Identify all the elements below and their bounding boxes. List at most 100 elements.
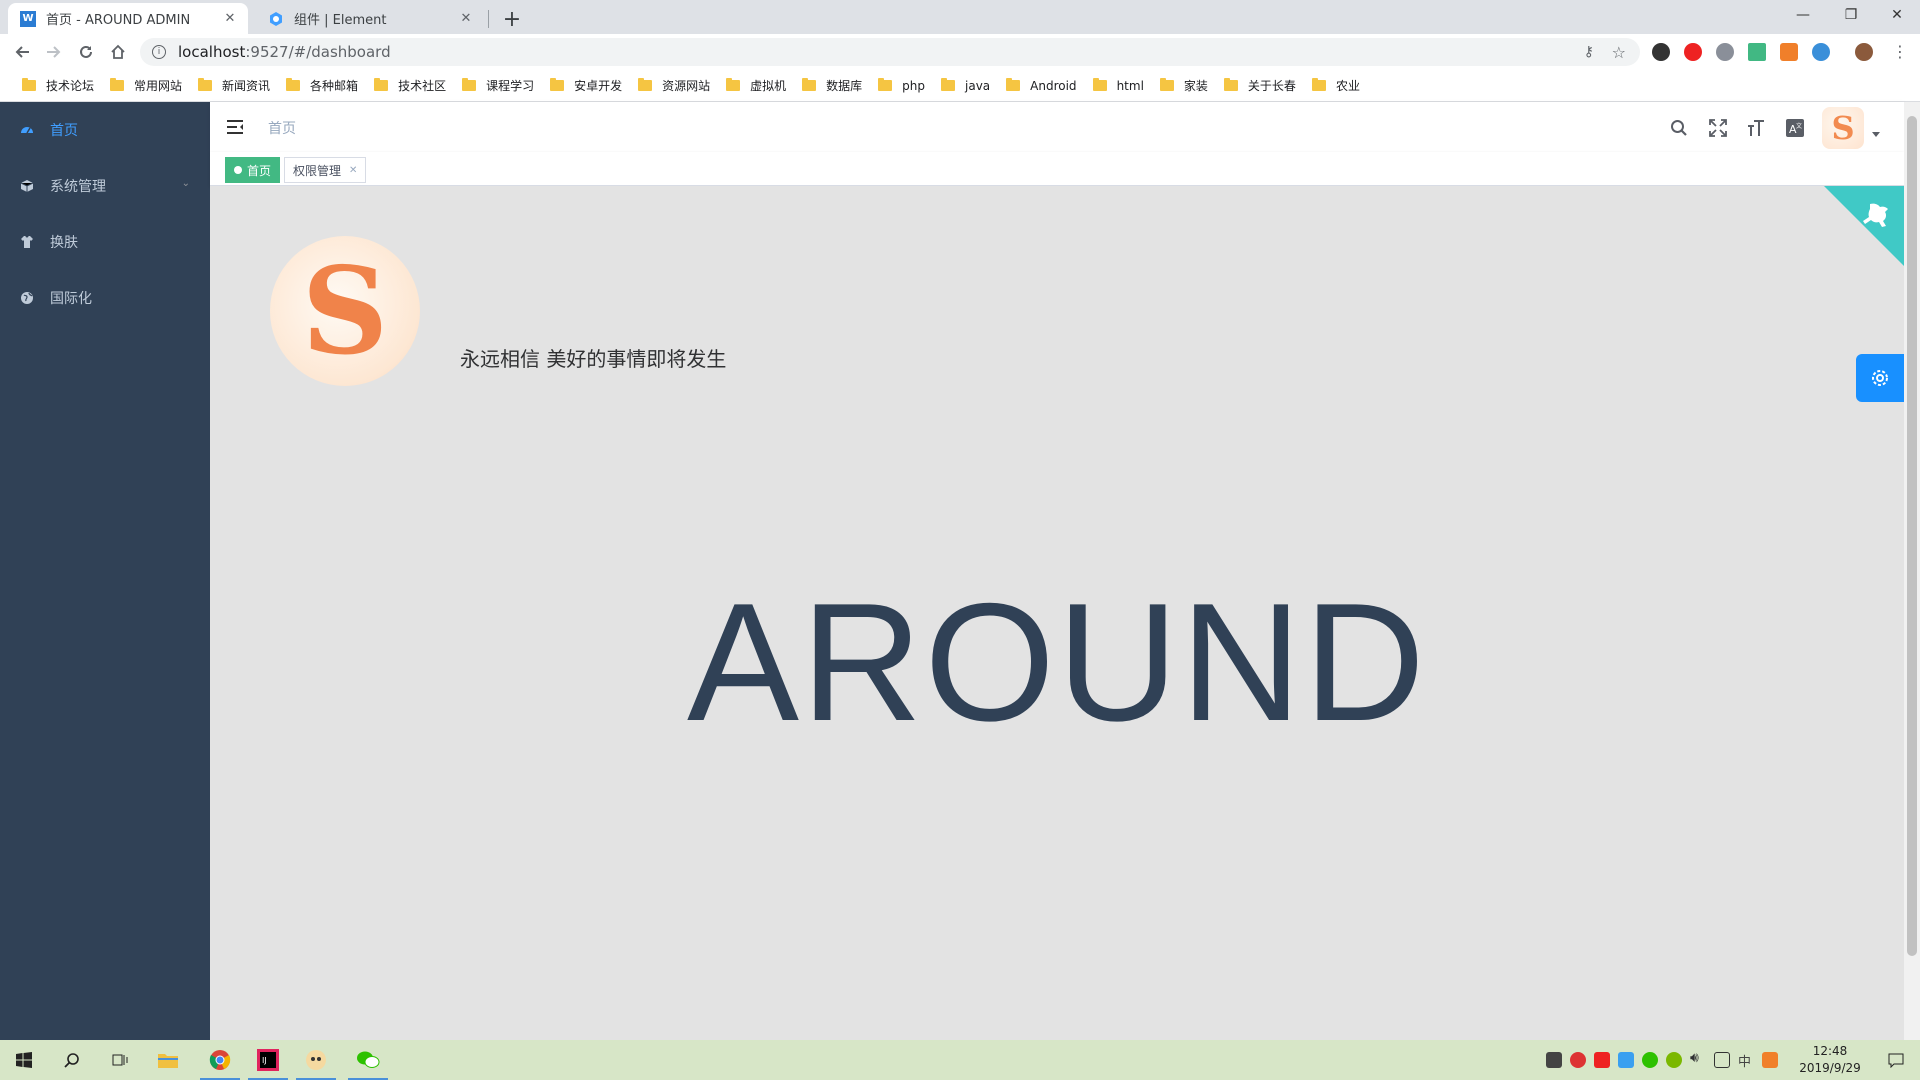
forward-arrow-icon[interactable]: [40, 38, 68, 66]
folder-icon: [550, 78, 565, 91]
sidebar-item-skin[interactable]: 换肤: [0, 214, 210, 270]
bookmark-label: php: [902, 78, 925, 93]
close-tab-icon[interactable]: ✕: [458, 11, 474, 27]
bookmark-folder[interactable]: java: [933, 73, 998, 99]
reload-icon[interactable]: [72, 38, 100, 66]
hamburger-icon[interactable]: [226, 118, 244, 136]
notification-center-icon[interactable]: [1872, 1040, 1920, 1080]
input-method-icon[interactable]: 中: [1738, 1051, 1751, 1070]
tray-network-icon[interactable]: [1618, 1052, 1634, 1068]
bookmark-label: 农业: [1335, 79, 1360, 93]
tray-360-icon[interactable]: [1666, 1052, 1682, 1068]
info-icon[interactable]: i: [152, 45, 166, 59]
bookmark-folder[interactable]: 安卓开发: [542, 73, 630, 99]
user-avatar[interactable]: S: [1822, 107, 1864, 149]
search-icon[interactable]: [1668, 117, 1690, 139]
sidebar-item-home[interactable]: 首页: [0, 102, 210, 158]
file-explorer-icon[interactable]: [144, 1040, 192, 1080]
breadcrumb: 首页: [268, 121, 296, 137]
close-window-icon[interactable]: ✕: [1874, 0, 1920, 30]
active-dot-icon: [234, 166, 242, 174]
task-view-icon[interactable]: [96, 1040, 144, 1080]
intellij-taskbar-icon[interactable]: IJ: [244, 1040, 292, 1080]
tab-title: 组件 | Element: [294, 13, 387, 28]
folder-icon: [286, 78, 301, 91]
windows-start-icon[interactable]: [0, 1040, 48, 1080]
menu-kebab-icon[interactable]: ⋮: [1892, 42, 1908, 61]
browser-toolbar: i localhost:9527/#/dashboard ⚷ ☆ ⋮: [0, 34, 1920, 70]
chrome-taskbar-icon[interactable]: [196, 1040, 244, 1080]
bookmark-folder[interactable]: 技术社区: [366, 73, 454, 99]
minimize-window-icon[interactable]: —: [1780, 0, 1826, 30]
dashboard-icon: [20, 123, 34, 137]
tray-weibo-icon[interactable]: [1594, 1052, 1610, 1068]
home-icon[interactable]: [104, 38, 132, 66]
back-arrow-icon[interactable]: [8, 38, 36, 66]
bookmark-folder[interactable]: 农业: [1304, 73, 1368, 99]
tray-security-icon[interactable]: [1546, 1052, 1562, 1068]
bookmark-label: Android: [1030, 78, 1077, 93]
key-icon[interactable]: ⚷: [1584, 44, 1594, 60]
bookmark-folder[interactable]: 各种邮箱: [278, 73, 366, 99]
app-navbar: 首页 A文 S: [210, 102, 1904, 152]
folder-icon: [374, 78, 389, 91]
browser-tab-dashboard[interactable]: W 首页 - AROUND ADMIN ✕: [8, 3, 248, 34]
font-size-icon[interactable]: [1745, 117, 1767, 139]
profile-avatar[interactable]: [1855, 43, 1873, 61]
tray-app-icon[interactable]: [1570, 1052, 1586, 1068]
bookmark-folder[interactable]: 课程学习: [454, 73, 542, 99]
bookmark-folder[interactable]: 技术论坛: [14, 73, 102, 99]
qq-taskbar-icon[interactable]: [292, 1040, 340, 1080]
folder-icon: [1159, 78, 1174, 91]
bookmark-folder[interactable]: 家装: [1152, 73, 1216, 99]
translate-icon[interactable]: A文: [1784, 117, 1806, 139]
extension-cloud-icon[interactable]: [1652, 43, 1670, 61]
wechat-taskbar-icon[interactable]: [344, 1040, 392, 1080]
scrollbar-thumb[interactable]: [1907, 116, 1917, 956]
extension-shield-icon[interactable]: [1812, 43, 1830, 61]
restore-window-icon[interactable]: ❐: [1828, 0, 1874, 30]
close-tag-icon[interactable]: ✕: [349, 165, 357, 176]
extension-opera-icon[interactable]: [1684, 43, 1702, 61]
sidebar-item-system[interactable]: 系统管理 ⌄: [0, 158, 210, 214]
address-bar[interactable]: i localhost:9527/#/dashboard ⚷ ☆: [140, 38, 1640, 66]
tray-sogou-icon[interactable]: [1762, 1052, 1778, 1068]
folder-icon: [198, 78, 213, 91]
sidebar-item-label: 系统管理: [50, 179, 106, 195]
tag-permission[interactable]: 权限管理 ✕: [284, 157, 367, 183]
settings-gear-button[interactable]: [1856, 354, 1904, 402]
bookmark-folder[interactable]: html: [1085, 73, 1152, 99]
close-tab-icon[interactable]: ✕: [222, 11, 238, 27]
taskbar-clock[interactable]: 12:48 2019/9/29: [1782, 1043, 1878, 1077]
tag-home[interactable]: 首页: [225, 157, 281, 183]
sidebar-item-i18n[interactable]: 国际化: [0, 270, 210, 326]
browser-tab-element[interactable]: 组件 | Element ✕: [256, 3, 484, 34]
bookmark-folder[interactable]: 资源网站: [630, 73, 718, 99]
bookmark-folder[interactable]: 常用网站: [102, 73, 190, 99]
bookmark-label: html: [1116, 78, 1144, 93]
extension-abp-icon[interactable]: [1716, 43, 1734, 61]
tag-label: 首页: [247, 163, 272, 178]
tray-display-icon[interactable]: [1714, 1052, 1730, 1068]
bookmark-folder[interactable]: 虚拟机: [718, 73, 794, 99]
new-tab-button[interactable]: +: [498, 5, 526, 33]
motto-text: 永远相信 美好的事情即将发生: [460, 347, 727, 371]
bookmark-folder[interactable]: 关于长春: [1216, 73, 1304, 99]
tags-view: 首页 权限管理 ✕: [210, 152, 1904, 186]
tray-wechat-icon[interactable]: [1642, 1052, 1658, 1068]
bookmark-folder[interactable]: 新闻资讯: [190, 73, 278, 99]
extension-vue-icon[interactable]: [1748, 43, 1766, 61]
bookmark-folder[interactable]: php: [870, 73, 933, 99]
bookmark-folder[interactable]: 数据库: [794, 73, 870, 99]
folder-icon: [110, 78, 125, 91]
bookmark-folder[interactable]: Android: [998, 73, 1084, 99]
folder-icon: [638, 78, 653, 91]
volume-icon[interactable]: 🔊︎: [1690, 1050, 1699, 1066]
page-scrollbar[interactable]: [1904, 102, 1920, 1040]
bookmark-star-icon[interactable]: ☆: [1612, 43, 1626, 62]
fullscreen-icon[interactable]: [1707, 117, 1729, 139]
caret-down-icon[interactable]: [1872, 132, 1880, 137]
extension-translate-icon[interactable]: [1780, 43, 1798, 61]
search-icon[interactable]: [48, 1040, 96, 1080]
github-corner-icon[interactable]: [1824, 186, 1904, 266]
